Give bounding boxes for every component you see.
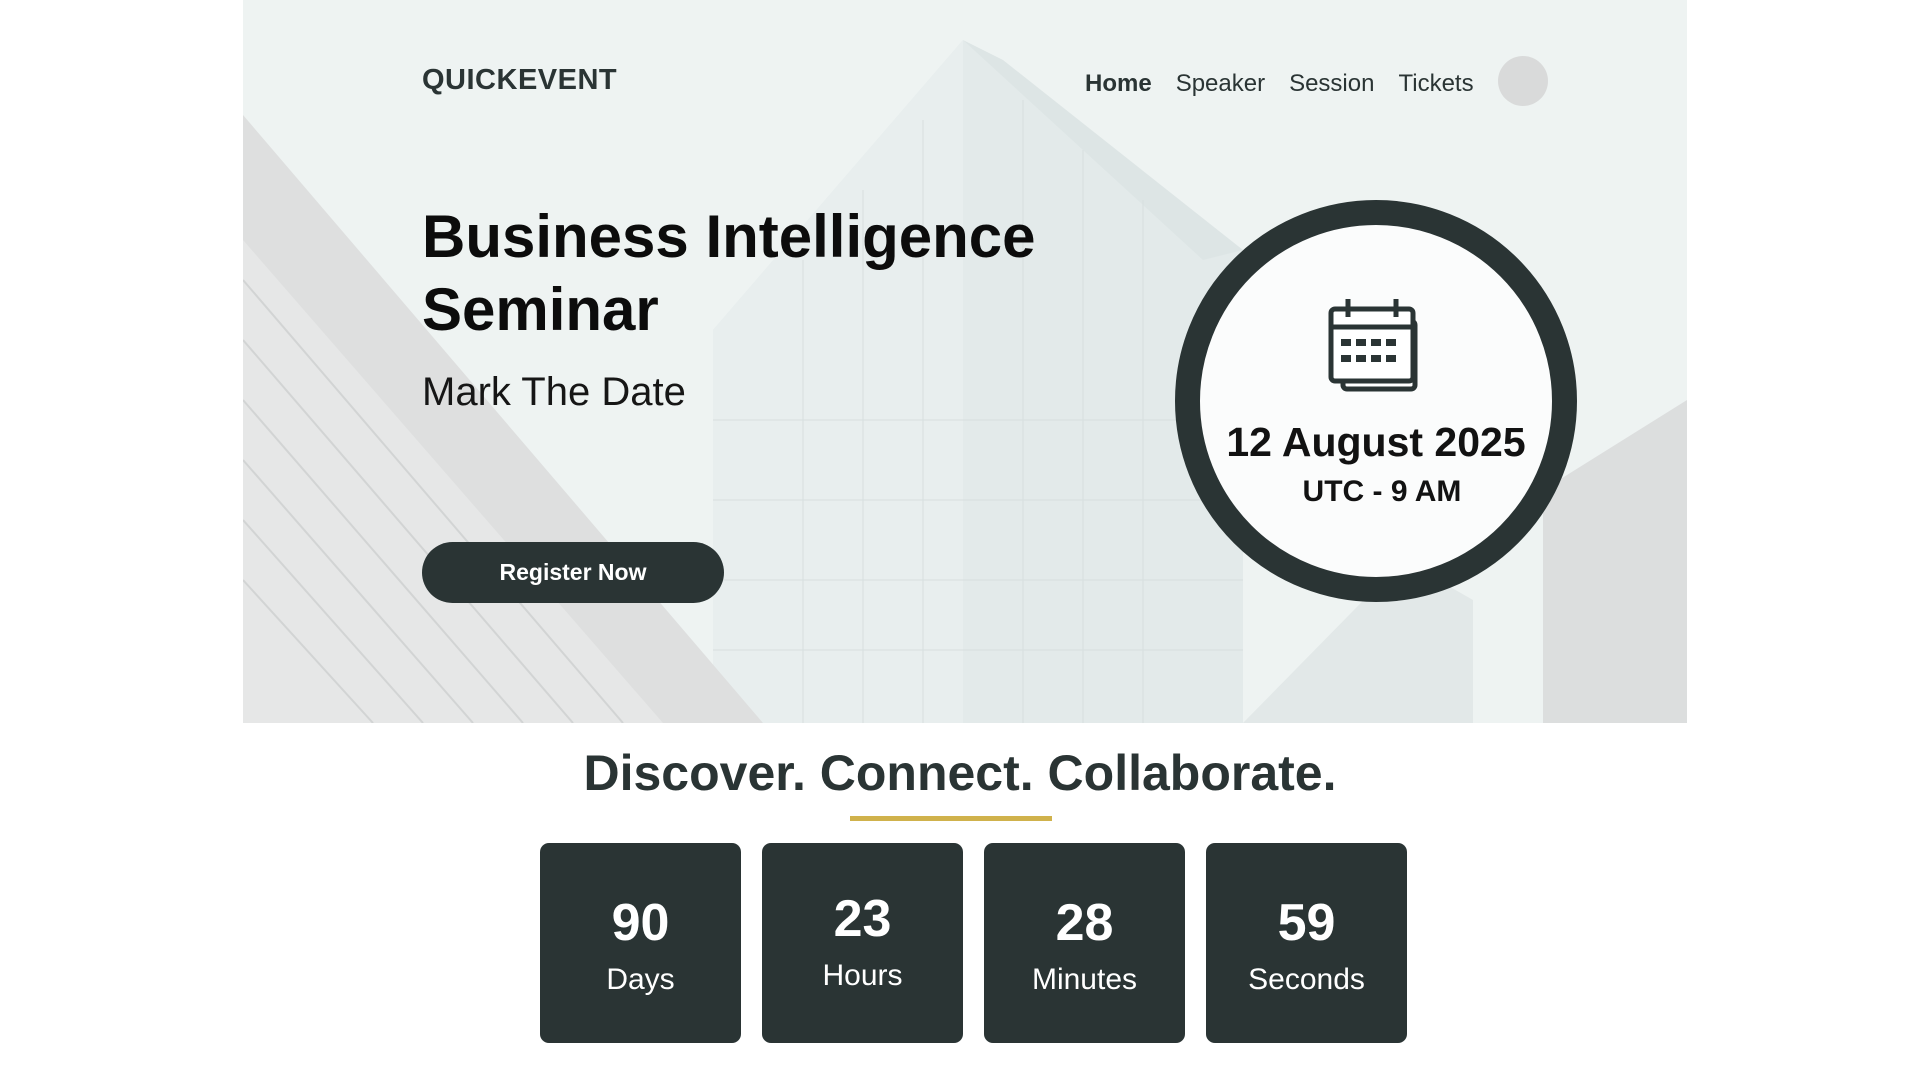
page-title: Business Intelligence Seminar xyxy=(422,200,1122,346)
event-date: 12 August 2025 xyxy=(1226,419,1526,465)
countdown-days-label: Days xyxy=(606,963,675,996)
brand-logo[interactable]: QUICKEVENT xyxy=(422,64,617,97)
countdown-minutes-value: 28 xyxy=(1055,894,1114,952)
main-nav: Home Speaker Session Tickets xyxy=(1085,56,1548,106)
register-now-button[interactable]: Register Now xyxy=(422,542,724,603)
tagline-underline xyxy=(850,816,1052,821)
tagline-heading: Discover. Connect. Collaborate. xyxy=(583,745,1337,801)
countdown-hours-value: 23 xyxy=(833,890,892,948)
countdown-seconds-value: 59 xyxy=(1277,894,1336,952)
countdown-hours-label: Hours xyxy=(822,959,903,992)
countdown-minutes: 28 Minutes xyxy=(984,843,1185,1043)
event-date-badge: 12 August 2025 UTC - 9 AM xyxy=(1175,200,1577,602)
nav-tickets[interactable]: Tickets xyxy=(1398,70,1473,98)
title-line-2: Seminar xyxy=(422,276,659,343)
countdown-hours: 23 Hours xyxy=(762,843,963,1043)
countdown-minutes-label: Minutes xyxy=(1031,963,1138,996)
calendar-icon xyxy=(1328,299,1418,392)
hero-section: QUICKEVENT Home Speaker Session Tickets … xyxy=(243,0,1687,723)
nav-session[interactable]: Session xyxy=(1289,70,1374,98)
countdown-seconds-label: Seconds xyxy=(1248,963,1365,996)
countdown-days-value: 90 xyxy=(611,894,670,952)
countdown-timer: 90 Days 23 Hours 28 Minutes 59 Seconds xyxy=(540,843,1407,1043)
event-time: UTC - 9 AM xyxy=(1302,475,1462,508)
countdown-seconds: 59 Seconds xyxy=(1206,843,1407,1043)
hero-subtitle: Mark The Date xyxy=(422,370,686,414)
nav-home[interactable]: Home xyxy=(1085,70,1152,98)
avatar[interactable] xyxy=(1497,56,1548,106)
countdown-days: 90 Days xyxy=(540,843,741,1043)
nav-speaker[interactable]: Speaker xyxy=(1176,70,1265,98)
title-line-1: Business Intelligence xyxy=(422,203,1036,270)
